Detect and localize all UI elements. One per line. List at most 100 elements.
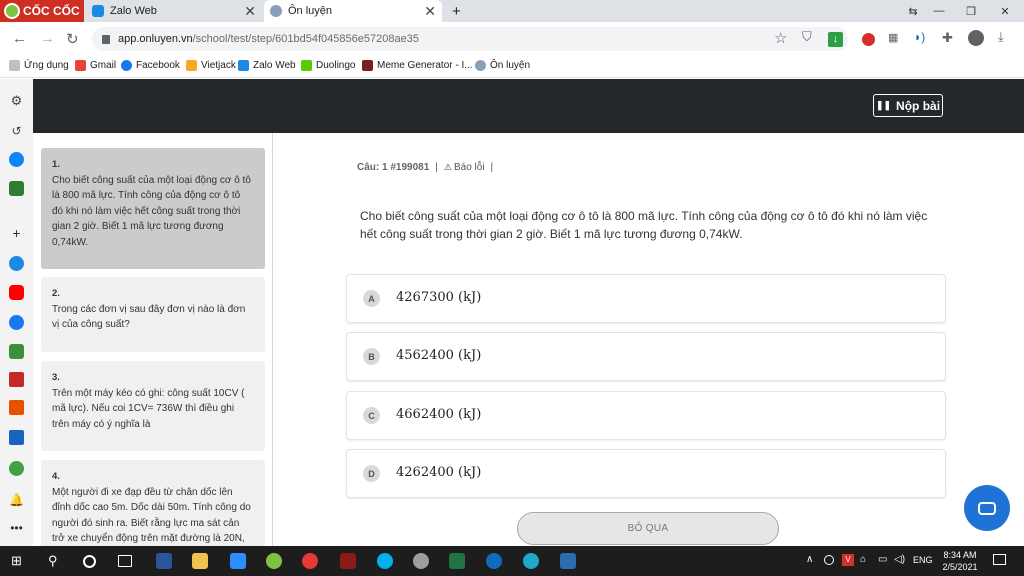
minimize-icon[interactable]: — [924,0,954,22]
game-controller-icon[interactable] [9,181,24,196]
downloads-icon[interactable]: ⤓ [998,29,1004,45]
browser-brand[interactable]: CỐC CỐC [0,0,84,22]
bookmark-zalo[interactable]: Zalo Web [238,60,296,71]
question-preview: Trên một máy kéo có ghi: công suất 10CV … [52,387,245,430]
more-icon[interactable]: ••• [9,520,24,535]
settings-gear-icon[interactable]: ⚙ [9,93,24,108]
submit-label: Nộp bài [896,98,941,113]
answer-option-b[interactable]: B 4562400 (kJ) [346,332,946,381]
system-clock[interactable]: 8:34 AM 2/5/2021 [940,549,980,573]
download-icon[interactable] [9,344,24,359]
shield-icon[interactable]: ⛉ [802,29,812,45]
battery-icon[interactable]: ▭ [878,554,887,565]
bookmark-label: Gmail [90,60,117,71]
close-tab-icon[interactable]: ✕ [244,3,256,20]
gmail-icon [75,60,86,71]
new-tab-button[interactable]: + [446,0,466,22]
search-icon[interactable]: ⚲ [48,553,64,569]
question-number: 1. [52,159,60,170]
bookmark-gmail[interactable]: Gmail [75,60,116,71]
browser-tab-strip: CỐC CỐC Zalo Web ✕ Ôn luyện ✕ + ⇆ — ❐ ✕ [0,0,1024,22]
bookmark-duolingo[interactable]: Duolingo [301,60,355,71]
news-icon[interactable] [9,430,24,445]
excel-icon[interactable] [449,553,465,569]
photos-icon[interactable] [560,553,576,569]
volume-icon[interactable]: ◁) [894,554,905,565]
tray-v-icon[interactable]: V [842,554,854,566]
garena-icon[interactable] [340,553,356,569]
close-tab-icon[interactable]: ✕ [424,3,436,20]
location-icon[interactable] [9,461,24,476]
apps-grid-icon [9,60,20,71]
bookmark-apps[interactable]: Ứng dụng [9,60,69,71]
question-number: 2. [52,288,60,299]
download-extension-icon[interactable]: ↓ [828,32,843,47]
adblock-icon[interactable] [862,33,875,46]
task-view-icon[interactable] [118,555,132,567]
chrome-icon[interactable] [302,553,318,569]
submit-button[interactable]: ❚❚ Nộp bài [873,94,943,117]
skip-button[interactable]: BỎ QUA [517,512,779,545]
coupon-icon[interactable] [9,400,24,415]
bookmark-meme-generator[interactable]: Meme Generator - I... [362,60,473,71]
question-meta: Câu: 1 #199081 | ⚠ Báo lỗi | [357,162,493,173]
extension-grid-icon[interactable]: ▦ [888,31,898,44]
address-bar[interactable]: app.onluyen.vn/school/test/step/601bd54f… [92,27,848,51]
notifications-icon[interactable] [993,554,1006,565]
back-icon[interactable]: ← [12,30,27,47]
answer-option-a[interactable]: A 4267300 (kJ) [346,274,946,323]
question-list-item[interactable]: 4. Một người đi xe đạp đều từ chân dốc l… [41,460,265,546]
audio-extension-icon[interactable]: ◗) [914,30,925,44]
messenger-icon[interactable] [9,152,24,167]
separator: | [435,162,438,173]
app-icon[interactable] [486,553,502,569]
answer-option-d[interactable]: D 4262400 (kJ) [346,449,946,498]
network-icon[interactable]: ⌂ [860,554,866,565]
windows-start-icon[interactable]: ⊞ [11,553,27,569]
cortana-icon[interactable] [83,555,96,568]
add-icon[interactable]: + [9,225,24,241]
bookmark-facebook[interactable]: Facebook [121,60,180,71]
pause-icon: ❚❚ [875,100,892,110]
chat-support-button[interactable] [964,485,1010,531]
report-error-link[interactable]: ⚠ Báo lỗi [444,162,485,173]
url-path: /school/test/step/601bd54f045856e57208ae… [192,33,419,45]
youtube-icon[interactable] [9,285,24,300]
question-preview: Trong các đơn vị sau đây đơn vị nào là đ… [52,303,246,331]
app-icon[interactable] [413,553,429,569]
close-window-icon[interactable]: ✕ [990,0,1020,22]
skype-icon[interactable] [377,553,393,569]
maximize-icon[interactable]: ❐ [956,0,986,22]
star-icon[interactable]: ☆ [774,29,787,47]
word-icon[interactable] [156,553,172,569]
history-icon[interactable]: ↺ [9,123,24,138]
language-indicator[interactable]: ENG [913,555,933,565]
file-explorer-icon[interactable] [192,553,208,569]
tab-zalo-web[interactable]: Zalo Web ✕ [86,0,262,22]
question-list-item[interactable]: 3. Trên một máy kéo có ghi: công suất 10… [41,361,265,451]
question-list-item[interactable]: 2. Trong các đơn vị sau đây đơn vị nào l… [41,277,265,352]
bookmark-vietjack[interactable]: Vietjack [186,60,236,71]
zoom-icon[interactable] [230,553,246,569]
option-value: 4562400 (kJ) [396,348,482,363]
tray-chevron-icon[interactable]: ∧ [806,554,813,565]
facebook-icon[interactable] [9,315,24,330]
question-preview: Một người đi xe đạp đều từ chân dốc lên … [52,486,251,545]
question-list-item[interactable]: 1. Cho biết công suất của một loại động … [41,148,265,269]
reload-icon[interactable]: ↻ [66,30,79,48]
zalo-icon[interactable] [9,256,24,271]
puzzle-icon[interactable]: ✚ [942,30,953,46]
facebook-icon [121,60,132,71]
forward-icon[interactable]: → [40,30,55,47]
vtv-icon[interactable] [9,372,24,387]
notification-bell-icon[interactable]: 🔔 [9,492,24,507]
answer-option-c[interactable]: C 4662400 (kJ) [346,391,946,440]
tray-app-icon[interactable] [824,555,834,565]
coccoc-taskbar-icon[interactable] [266,553,282,569]
edge-icon[interactable] [523,553,539,569]
profile-avatar-icon[interactable] [968,30,984,46]
tab-on-luyen[interactable]: Ôn luyện ✕ [264,0,442,22]
option-letter: C [363,407,380,424]
bookmark-on-luyen[interactable]: Ôn luyện [475,60,530,71]
zalo-icon [238,60,249,71]
